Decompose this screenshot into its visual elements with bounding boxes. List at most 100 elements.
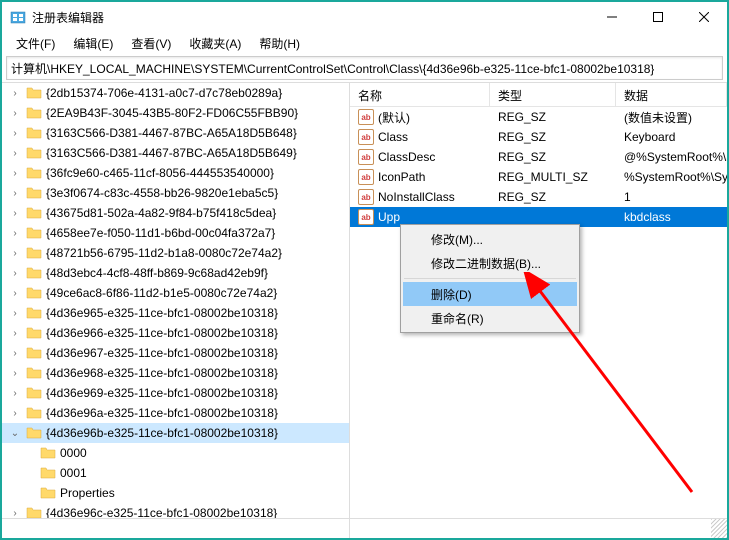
list-row[interactable]: abClassREG_SZKeyboard xyxy=(350,127,727,147)
expand-icon[interactable]: › xyxy=(8,406,22,420)
app-icon xyxy=(10,9,26,25)
expand-icon[interactable]: › xyxy=(8,186,22,200)
list-row[interactable]: ab(默认)REG_SZ(数值未设置) xyxy=(350,107,727,127)
tree-item[interactable]: › {4d36e966-e325-11ce-bfc1-08002be10318} xyxy=(2,323,349,343)
value-type: REG_SZ xyxy=(498,190,546,204)
tree-item-label: {3e3f0674-c83c-4558-bb26-9820e1eba5c5} xyxy=(46,186,278,200)
value-data: %SystemRoot%\Sys xyxy=(624,170,727,184)
folder-icon xyxy=(26,146,42,160)
header-name[interactable]: 名称 xyxy=(350,83,490,106)
tree-item-label: {3163C566-D381-4467-87BC-A65A18D5B649} xyxy=(46,146,297,160)
tree-item[interactable]: ›{36fc9e60-c465-11cf-8056-444553540000} xyxy=(2,163,349,183)
tree-item-label: {4d36e967-e325-11ce-bfc1-08002be10318} xyxy=(46,346,278,360)
expand-icon[interactable]: › xyxy=(8,326,22,340)
tree-item-label: 0000 xyxy=(60,446,87,460)
tree-item[interactable]: ›{3163C566-D381-4467-87BC-A65A18D5B648} xyxy=(2,123,349,143)
menu-file[interactable]: 文件(F) xyxy=(8,33,63,54)
reg-string-icon: ab xyxy=(358,129,374,145)
expand-icon[interactable]: › xyxy=(8,506,22,518)
expand-icon[interactable]: › xyxy=(8,86,22,100)
value-type: REG_SZ xyxy=(498,150,546,164)
tree-panel[interactable]: ›{2db15374-706e-4131-a0c7-d7c78eb0289a}›… xyxy=(2,83,350,518)
tree-item[interactable]: ›{48721b56-6795-11d2-b1a8-0080c72e74a2} xyxy=(2,243,349,263)
value-name: (默认) xyxy=(378,109,410,126)
registry-editor-window: 注册表编辑器 文件(F) 编辑(E) 查看(V) 收藏夹(A) 帮助(H) 计算… xyxy=(0,0,729,540)
collapse-icon[interactable]: ⌄ xyxy=(8,426,22,440)
expand-icon[interactable]: › xyxy=(8,306,22,320)
tree-item[interactable]: 0001 xyxy=(2,463,349,483)
expand-icon[interactable]: › xyxy=(8,286,22,300)
expand-icon[interactable]: › xyxy=(8,106,22,120)
reg-string-icon: ab xyxy=(358,149,374,165)
tree-item[interactable]: Properties xyxy=(2,483,349,503)
expand-icon[interactable]: › xyxy=(8,266,22,280)
tree-item[interactable]: › {4d36e96a-e325-11ce-bfc1-08002be10318} xyxy=(2,403,349,423)
tree-item[interactable]: › {2db15374-706e-4131-a0c7-d7c78eb0289a} xyxy=(2,83,349,103)
expand-icon[interactable]: › xyxy=(8,246,22,260)
ctx-delete[interactable]: 删除(D) xyxy=(403,282,577,306)
window-controls xyxy=(589,2,727,32)
expand-icon[interactable]: › xyxy=(8,126,22,140)
tree-item[interactable]: ›{2EA9B43F-3045-43B5-80F2-FD06C55FBB90} xyxy=(2,103,349,123)
tree-item[interactable]: ›{4d36e96c-e325-11ce-bfc1-08002be10318} xyxy=(2,503,349,518)
tree-item-label: {4d36e968-e325-11ce-bfc1-08002be10318} xyxy=(46,366,278,380)
expand-icon[interactable]: › xyxy=(8,386,22,400)
tree-item[interactable]: ⌄ {4d36e96b-e325-11ce-bfc1-08002be10318} xyxy=(2,423,349,443)
menu-edit[interactable]: 编辑(E) xyxy=(65,33,121,54)
value-name: IconPath xyxy=(378,170,425,184)
tree-item[interactable]: 0000 xyxy=(2,443,349,463)
folder-icon xyxy=(26,246,42,260)
menu-help[interactable]: 帮助(H) xyxy=(251,33,308,54)
list-row[interactable]: abIconPathREG_MULTI_SZ%SystemRoot%\Sys xyxy=(350,167,727,187)
tree-item[interactable]: › {4d36e968-e325-11ce-bfc1-08002be10318} xyxy=(2,363,349,383)
folder-icon xyxy=(26,186,42,200)
header-data[interactable]: 数据 xyxy=(616,83,727,106)
expand-icon[interactable]: › xyxy=(8,226,22,240)
tree-item-label: {4d36e965-e325-11ce-bfc1-08002be10318} xyxy=(46,306,278,320)
folder-icon xyxy=(26,206,42,220)
folder-icon xyxy=(26,346,42,360)
folder-icon xyxy=(26,126,42,140)
tree-item[interactable]: › {48d3ebc4-4cf8-48ff-b869-9c68ad42eb9f} xyxy=(2,263,349,283)
tree-item[interactable]: › {3163C566-D381-4467-87BC-A65A18D5B649} xyxy=(2,143,349,163)
tree-item[interactable]: ›{49ce6ac8-6f86-11d2-b1e5-0080c72e74a2} xyxy=(2,283,349,303)
tree-item[interactable]: › {4d36e967-e325-11ce-bfc1-08002be10318} xyxy=(2,343,349,363)
tree-item[interactable]: › {4d36e969-e325-11ce-bfc1-08002be10318} xyxy=(2,383,349,403)
minimize-button[interactable] xyxy=(589,2,635,32)
header-type[interactable]: 类型 xyxy=(490,83,616,106)
list-header: 名称 类型 数据 xyxy=(350,83,727,107)
ctx-modify-binary[interactable]: 修改二进制数据(B)... xyxy=(403,251,577,275)
value-data: (数值未设置) xyxy=(624,111,692,125)
list-row[interactable]: abNoInstallClassREG_SZ1 xyxy=(350,187,727,207)
maximize-button[interactable] xyxy=(635,2,681,32)
ctx-rename[interactable]: 重命名(R) xyxy=(403,306,577,330)
folder-icon xyxy=(26,266,42,280)
expand-icon[interactable]: › xyxy=(8,366,22,380)
menu-favorites[interactable]: 收藏夹(A) xyxy=(181,33,249,54)
value-data: 1 xyxy=(624,190,631,204)
tree-item-label: {4d36e96b-e325-11ce-bfc1-08002be10318} xyxy=(46,426,278,440)
menu-view[interactable]: 查看(V) xyxy=(123,33,179,54)
tree-item[interactable]: › {3e3f0674-c83c-4558-bb26-9820e1eba5c5} xyxy=(2,183,349,203)
expand-icon[interactable]: › xyxy=(8,166,22,180)
tree-item[interactable]: › {4d36e965-e325-11ce-bfc1-08002be10318} xyxy=(2,303,349,323)
folder-icon xyxy=(26,386,42,400)
expand-icon[interactable]: › xyxy=(8,346,22,360)
value-data: @%SystemRoot%\S xyxy=(624,150,727,164)
tree-item-label: {4d36e969-e325-11ce-bfc1-08002be10318} xyxy=(46,386,278,400)
address-bar[interactable]: 计算机\HKEY_LOCAL_MACHINE\SYSTEM\CurrentCon… xyxy=(6,56,723,80)
tree-item[interactable]: ›{4658ee7e-f050-11d1-b6bd-00c04fa372a7} xyxy=(2,223,349,243)
expand-icon[interactable]: › xyxy=(8,206,22,220)
tree-item-label: {4d36e966-e325-11ce-bfc1-08002be10318} xyxy=(46,326,278,340)
close-button[interactable] xyxy=(681,2,727,32)
resize-grip[interactable] xyxy=(711,519,727,538)
ctx-modify[interactable]: 修改(M)... xyxy=(403,227,577,251)
tree-item-label: {4d36e96a-e325-11ce-bfc1-08002be10318} xyxy=(46,406,278,420)
list-row[interactable]: abClassDescREG_SZ@%SystemRoot%\S xyxy=(350,147,727,167)
tree-item[interactable]: ›{43675d81-502a-4a82-9f84-b75f418c5dea} xyxy=(2,203,349,223)
expand-icon[interactable]: › xyxy=(8,146,22,160)
tree-item-label: {48d3ebc4-4cf8-48ff-b869-9c68ad42eb9f} xyxy=(46,266,268,280)
tree-item-label: {2db15374-706e-4131-a0c7-d7c78eb0289a} xyxy=(46,86,282,100)
folder-icon xyxy=(26,326,42,340)
folder-icon xyxy=(26,406,42,420)
